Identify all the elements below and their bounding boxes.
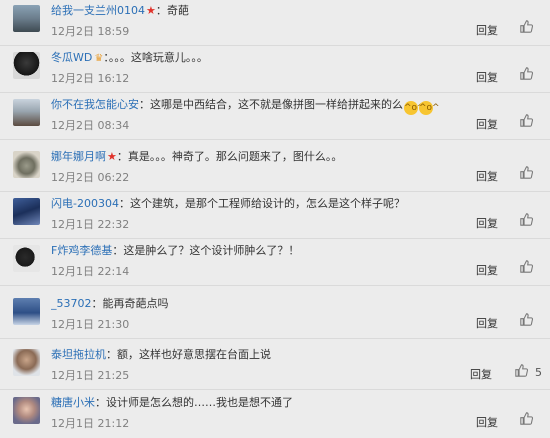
comment-text: ：设计师是怎么想的……我也是想不通了 (95, 396, 293, 409)
comment-text: ：这个建筑，是那个工程师给设计的，怎么是这个样子呢？ (118, 197, 405, 210)
avatar[interactable] (13, 245, 40, 272)
comment-username[interactable]: 泰坦拖拉机 (51, 348, 106, 361)
divider (0, 45, 550, 46)
thumbs-up-icon[interactable] (520, 20, 533, 37)
avatar[interactable] (13, 198, 40, 225)
divider (0, 285, 550, 286)
comment-text: ：奇葩 (155, 4, 189, 17)
reply-button[interactable]: 回复 (476, 168, 498, 184)
comment-timestamp: 12月2日 18:59 (51, 25, 130, 38)
reply-button[interactable]: 回复 (476, 69, 498, 85)
laughing-face-icon: ^o^ (419, 101, 440, 115)
laughing-face-icon: ^o^ (404, 101, 425, 115)
comment-item: 娜年娜月啊★：真是。。。神奇了。那么问题来了，图什么。。 12月2日 06:22… (0, 146, 550, 192)
thumbs-up-icon[interactable] (515, 364, 528, 381)
comment-text: ：这哪是中西结合，这不就是像拼图一样给拼起来的么 (139, 98, 403, 111)
reply-button[interactable]: 回复 (476, 315, 498, 331)
divider (0, 238, 550, 239)
reply-button[interactable]: 回复 (476, 22, 498, 38)
comment-username[interactable]: _53702 (51, 297, 92, 310)
comment-item: 给我一支兰州0104★：奇葩 12月2日 18:59 回复 (0, 0, 550, 46)
comment-username[interactable]: 给我一支兰州0104 (51, 4, 145, 17)
vip-crown-icon: ♛ (94, 53, 104, 64)
thumbs-up-icon[interactable] (520, 166, 533, 183)
comment-username[interactable]: F炸鸡李德基 (51, 244, 112, 257)
comment-text: ：这是肿么了？这个设计师肿么了？！ (112, 244, 300, 257)
member-star-icon: ★ (107, 150, 117, 163)
like-count: 5 (535, 366, 542, 379)
comment-timestamp: 12月2日 08:34 (51, 119, 130, 132)
avatar[interactable] (13, 99, 40, 126)
comment-text: ：额，这样也好意思摆在台面上说 (106, 348, 271, 361)
divider (0, 338, 550, 339)
comment-timestamp: 12月1日 22:32 (51, 218, 130, 231)
reply-button[interactable]: 回复 (476, 215, 498, 231)
comment-item: 闪电-200304：这个建筑，是那个工程师给设计的，怎么是这个样子呢？ 12月1… (0, 193, 550, 239)
comment-item: 冬瓜WD ♛：。。。这啥玩意儿。。。 12月2日 16:12 回复 (0, 47, 550, 93)
thumbs-up-icon[interactable] (520, 67, 533, 84)
comment-item: 糖唐小米：设计师是怎么想的……我也是想不通了 12月1日 21:12 回复 (0, 392, 550, 438)
avatar[interactable] (13, 5, 40, 32)
comment-timestamp: 12月1日 21:12 (51, 417, 130, 430)
comment-username[interactable]: 冬瓜WD (51, 51, 92, 64)
divider (0, 139, 550, 140)
comment-item: F炸鸡李德基：这是肿么了？这个设计师肿么了？！ 12月1日 22:14 回复 (0, 240, 550, 286)
comment-item: 你不在我怎能心安：这哪是中西结合，这不就是像拼图一样给拼起来的么^o^^o^ 1… (0, 94, 550, 140)
reply-button[interactable]: 回复 (470, 366, 492, 382)
avatar[interactable] (13, 397, 40, 424)
divider (0, 92, 550, 93)
comment-username[interactable]: 娜年娜月啊 (51, 150, 106, 163)
comment-item: _53702：能再奇葩点吗 12月1日 21:30 回复 (0, 293, 550, 339)
comment-username[interactable]: 闪电-200304 (51, 197, 119, 210)
comment-timestamp: 12月1日 21:25 (51, 369, 130, 382)
avatar[interactable] (13, 298, 40, 325)
comment-text: ：。。。这啥玩意儿。。。 (103, 51, 208, 64)
avatar[interactable] (13, 349, 40, 376)
comment-username[interactable]: 你不在我怎能心安 (51, 98, 139, 111)
comment-list: 给我一支兰州0104★：奇葩 12月2日 18:59 回复 冬瓜WD ♛：。。。这… (0, 0, 550, 437)
reply-button[interactable]: 回复 (476, 262, 498, 278)
comment-timestamp: 12月2日 06:22 (51, 171, 130, 184)
reply-button[interactable]: 回复 (476, 414, 498, 430)
thumbs-up-icon[interactable] (520, 114, 533, 131)
avatar[interactable] (13, 52, 40, 79)
comment-text: ：真是。。。神奇了。那么问题来了，图什么。。 (116, 150, 343, 163)
comment-timestamp: 12月2日 16:12 (51, 72, 130, 85)
thumbs-up-icon[interactable] (520, 260, 533, 277)
divider (0, 389, 550, 390)
member-star-icon: ★ (146, 4, 156, 17)
thumbs-up-icon[interactable] (520, 313, 533, 330)
thumbs-up-icon[interactable] (520, 213, 533, 230)
comment-text: ：能再奇葩点吗 (91, 297, 169, 310)
comment-item: 泰坦拖拉机：额，这样也好意思摆在台面上说 12月1日 21:25 回复 5 (0, 344, 550, 390)
thumbs-up-icon[interactable] (520, 412, 533, 429)
comment-username[interactable]: 糖唐小米 (51, 396, 95, 409)
comment-timestamp: 12月1日 21:30 (51, 318, 130, 331)
comment-timestamp: 12月1日 22:14 (51, 265, 130, 278)
reply-button[interactable]: 回复 (476, 116, 498, 132)
avatar[interactable] (13, 151, 40, 178)
divider (0, 191, 550, 192)
